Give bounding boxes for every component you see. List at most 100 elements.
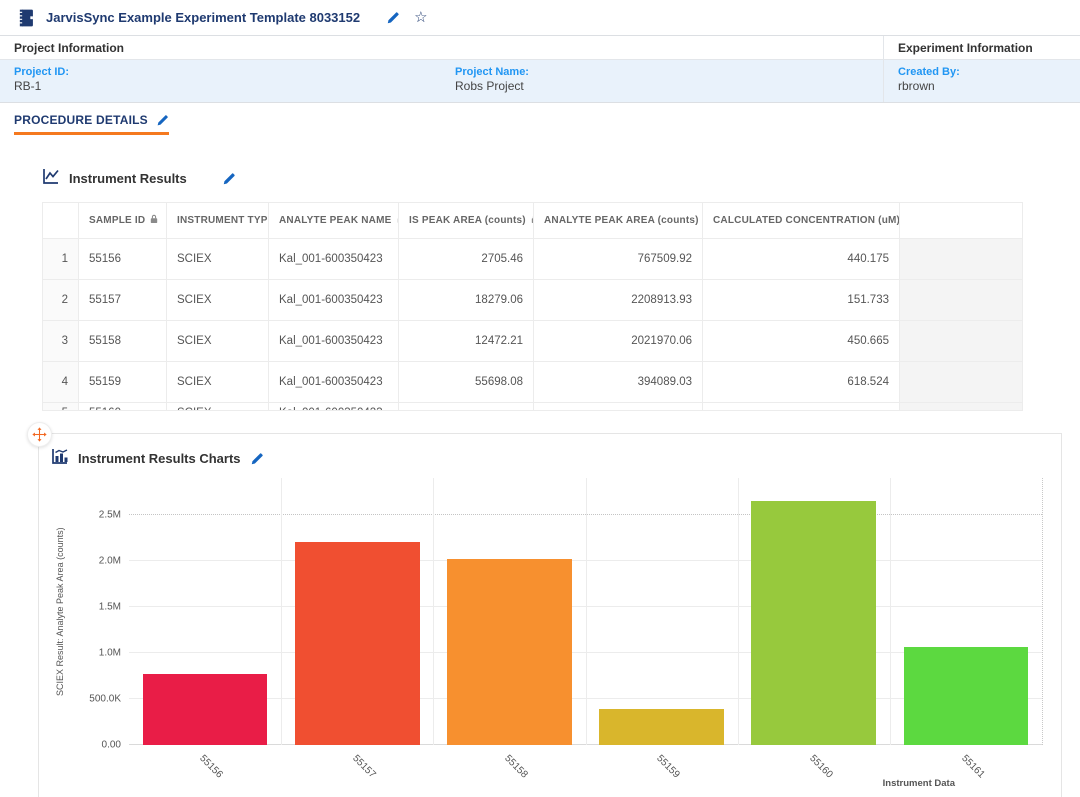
table-cell: 55698.08: [399, 362, 534, 403]
x-tick-label: 55157: [350, 753, 377, 780]
column-header: INSTRUMENT TYPE: [167, 203, 269, 239]
edit-results-pencil-icon[interactable]: [222, 172, 236, 186]
table-cell: Kal_001-600350423: [269, 403, 399, 411]
experiment-information-section: Experiment Information Created By: rbrow…: [884, 36, 1080, 102]
lock-icon: [150, 214, 158, 227]
column-header-label: ANALYTE PEAK NAME: [279, 214, 399, 227]
column-header: ANALYTE PEAK NAME: [269, 203, 399, 239]
bar-55157[interactable]: [295, 542, 420, 745]
bar-slot: [890, 478, 1042, 745]
y-tick-label: 0.00: [102, 740, 121, 751]
table-filler: [900, 403, 1023, 411]
bar-slot: [281, 478, 433, 745]
table-cell: 2021970.06: [534, 321, 703, 362]
table-cell: 12472.21: [399, 321, 534, 362]
edit-charts-pencil-icon[interactable]: [250, 452, 264, 466]
table-row: 455159SCIEXKal_001-60035042355698.083940…: [43, 362, 1023, 403]
project-id-label: Project ID:: [14, 66, 455, 79]
bar-slot: [586, 478, 738, 745]
experiment-title-bar: JarvisSync Example Experiment Template 8…: [0, 0, 1080, 36]
chart-y-axis-title: SCIEX Result: Analyte Peak Area (counts): [55, 478, 65, 745]
y-tick-label: 2.0M: [99, 555, 121, 566]
table-cell: 55158: [79, 321, 167, 362]
y-tick-label: 2.5M: [99, 509, 121, 520]
table-filler: [900, 280, 1023, 321]
table-cell: Kal_001-600350423: [269, 239, 399, 280]
favorite-star-icon[interactable]: ☆: [414, 10, 427, 25]
table-row-partial: 555160SCIEXKal_001-600350423: [43, 403, 1023, 411]
table-cell: Kal_001-600350423: [269, 321, 399, 362]
table-filler: [900, 239, 1023, 280]
table-cell: 450.665: [703, 321, 900, 362]
project-id-value: RB-1: [14, 79, 455, 93]
x-tick-label: 55156: [197, 753, 224, 780]
line-chart-icon: [42, 167, 60, 190]
instrument-results-title: Instrument Results: [69, 171, 187, 186]
column-header-label: INSTRUMENT TYPE: [177, 214, 269, 227]
table-cell: [703, 403, 900, 411]
table-cell: 440.175: [703, 239, 900, 280]
table-cell: 55156: [79, 239, 167, 280]
table-row: 355158SCIEXKal_001-60035042312472.212021…: [43, 321, 1023, 362]
bar-55158[interactable]: [447, 559, 572, 745]
page-title: JarvisSync Example Experiment Template 8…: [46, 10, 360, 25]
edit-procedure-pencil-icon[interactable]: [156, 114, 169, 127]
table-cell: SCIEX: [167, 280, 269, 321]
table-cell: SCIEX: [167, 362, 269, 403]
row-number-cell: 1: [43, 239, 79, 280]
results-table-header-row: SAMPLE ID INSTRUMENT TYPE ANALYTE PEAK NAM…: [43, 203, 1023, 239]
y-tick-label: 1.5M: [99, 601, 121, 612]
bar-55161[interactable]: [904, 647, 1029, 745]
chart-xlabels: Instrument Data 551565515755158551595516…: [129, 745, 1043, 793]
table-cell: SCIEX: [167, 403, 269, 411]
column-header: CALCULATED CONCENTRATION (uM): [703, 203, 900, 239]
table-cell: 55160: [79, 403, 167, 411]
table-cell: 767509.92: [534, 239, 703, 280]
tab-procedure-details[interactable]: PROCEDURE DETAILS: [14, 113, 169, 135]
table-filler: [900, 203, 1023, 239]
instrument-results-charts-card: Instrument Results Charts SCIEX Result: …: [38, 433, 1062, 797]
instrument-results-charts-title: Instrument Results Charts: [78, 451, 241, 466]
table-filler: [900, 362, 1023, 403]
bar-55160[interactable]: [751, 501, 876, 745]
table-cell: Kal_001-600350423: [269, 362, 399, 403]
row-number-header: [43, 203, 79, 239]
table-cell: 394089.03: [534, 362, 703, 403]
bar-slot: [129, 478, 281, 745]
column-header: ANALYTE PEAK AREA (counts): [534, 203, 703, 239]
project-name-field: Project Name: Robs Project: [455, 66, 529, 93]
instrument-results-section: Instrument Results SAMPLE ID INSTRUMENT T…: [42, 167, 1022, 411]
table-cell: SCIEX: [167, 321, 269, 362]
move-arrows-icon[interactable]: [27, 422, 52, 447]
chart-yticks: 0.00500.0K1.0M1.5M2.0M2.5M: [73, 478, 129, 745]
column-header: IS PEAK AREA (counts): [399, 203, 534, 239]
project-name-label: Project Name:: [455, 66, 529, 79]
info-panel: Project Information Project ID: RB-1 Pro…: [0, 36, 1080, 103]
tab-procedure-details-label: PROCEDURE DETAILS: [14, 113, 148, 127]
row-number-cell: 4: [43, 362, 79, 403]
column-header-label: ANALYTE PEAK AREA (counts): [544, 214, 703, 227]
x-tick-label: 55159: [654, 753, 681, 780]
bar-55159[interactable]: [599, 709, 724, 745]
table-cell: Kal_001-600350423: [269, 280, 399, 321]
edit-title-pencil-icon[interactable]: [386, 11, 400, 25]
table-cell: SCIEX: [167, 239, 269, 280]
table-filler: [900, 321, 1023, 362]
bar-slot: [738, 478, 890, 745]
y-tick-label: 1.0M: [99, 647, 121, 658]
table-cell: 618.524: [703, 362, 900, 403]
table-cell: [399, 403, 534, 411]
table-cell: 151.733: [703, 280, 900, 321]
bar-55156[interactable]: [143, 674, 268, 745]
project-name-value: Robs Project: [455, 79, 529, 93]
tab-bar: PROCEDURE DETAILS: [0, 103, 1080, 135]
created-by-label: Created By:: [898, 66, 960, 79]
results-table: SAMPLE ID INSTRUMENT TYPE ANALYTE PEAK NAM…: [42, 202, 1023, 411]
column-header-label: CALCULATED CONCENTRATION (uM): [713, 214, 900, 227]
row-number-cell: 3: [43, 321, 79, 362]
y-tick-label: 500.0K: [89, 693, 121, 704]
row-number-cell: 5: [43, 403, 79, 411]
bar-slot: [433, 478, 585, 745]
table-cell: 55159: [79, 362, 167, 403]
column-header-label: SAMPLE ID: [89, 214, 158, 227]
